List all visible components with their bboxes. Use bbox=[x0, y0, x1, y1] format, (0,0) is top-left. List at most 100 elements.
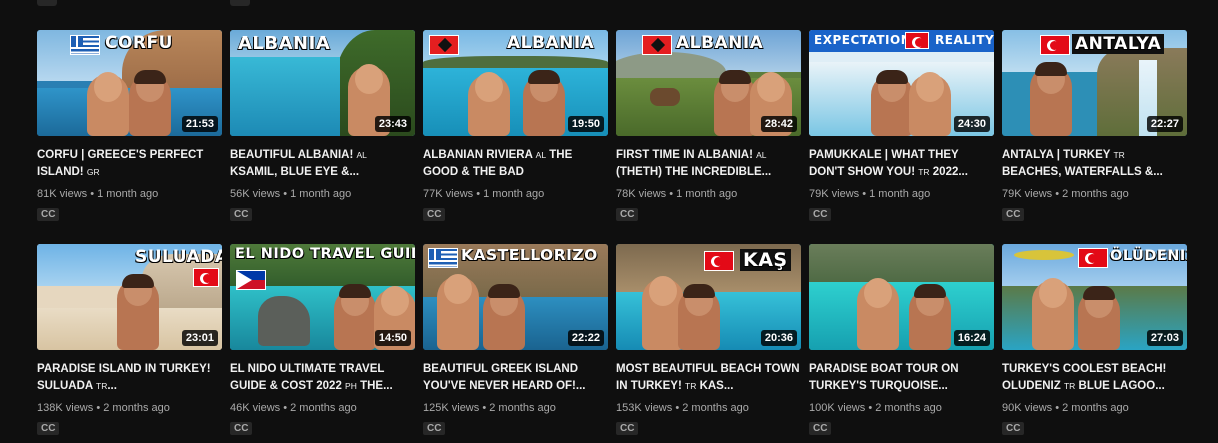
view-count: 153K views bbox=[616, 402, 673, 414]
turkey-flag-icon bbox=[1040, 35, 1070, 55]
video-title[interactable]: BEAUTIFUL ALBANIA! AL KSAMIL, BLUE EYE &… bbox=[230, 147, 415, 181]
video-card[interactable]: ALBANIA 28:42 FIRST TIME IN ALBANIA! AL … bbox=[616, 30, 801, 222]
video-card[interactable]: SULUADA 23:01 PARADISE ISLAND IN TURKEY!… bbox=[37, 244, 222, 436]
video-card[interactable]: EL NIDO TRAVEL GUIDE 14:50 EL NIDO ULTIM… bbox=[230, 244, 415, 436]
video-title[interactable]: PAMUKKALE | WHAT THEY DON'T SHOW YOU! TR… bbox=[809, 147, 994, 181]
cc-badge bbox=[37, 0, 57, 6]
video-card[interactable]: ALBANIA 23:43 BEAUTIFUL ALBANIA! AL KSAM… bbox=[230, 30, 415, 222]
thumbnail-person bbox=[87, 72, 129, 136]
country-code: TR bbox=[685, 381, 697, 391]
video-thumbnail[interactable]: ALBANIA 28:42 bbox=[616, 30, 801, 136]
country-code: TR bbox=[1113, 150, 1125, 160]
greece-flag-icon bbox=[428, 248, 458, 268]
thumbnail-overlay-text: EL NIDO TRAVEL GUIDE bbox=[235, 246, 415, 262]
video-thumbnail[interactable]: ANTALYA 22:27 bbox=[1002, 30, 1187, 136]
upload-age: 1 month ago bbox=[483, 188, 545, 200]
video-title[interactable]: ANTALYA | TURKEY TR BEACHES, WATERFALLS … bbox=[1002, 147, 1187, 181]
video-card[interactable]: CORFU 21:53 CORFU | GREECE'S PERFECT ISL… bbox=[37, 30, 222, 222]
upload-age: 2 months ago bbox=[682, 402, 749, 414]
video-row: CORFU 21:53 CORFU | GREECE'S PERFECT ISL… bbox=[37, 30, 1187, 222]
video-title[interactable]: PARADISE ISLAND IN TURKEY! SULUADA TR... bbox=[37, 361, 222, 395]
thumbnail-person bbox=[1078, 286, 1120, 350]
video-title[interactable]: PARADISE BOAT TOUR ON TURKEY'S TURQUOISE… bbox=[809, 361, 994, 395]
cc-badge: CC bbox=[230, 422, 253, 435]
video-meta: 90K views • 2 months ago bbox=[1002, 402, 1129, 414]
thumbnail-sea bbox=[230, 56, 340, 136]
turkey-flag-icon bbox=[905, 32, 929, 49]
video-card[interactable]: 16:24 PARADISE BOAT TOUR ON TURKEY'S TUR… bbox=[809, 244, 994, 436]
video-duration: 16:24 bbox=[953, 330, 990, 346]
upload-age: 1 month ago bbox=[869, 188, 931, 200]
video-thumbnail[interactable]: KASTELLORIZO 22:22 bbox=[423, 244, 608, 350]
video-title[interactable]: CORFU | GREECE'S PERFECT ISLAND! GR bbox=[37, 147, 222, 181]
cc-badge: CC bbox=[616, 422, 639, 435]
video-duration: 23:01 bbox=[181, 330, 218, 346]
thumbnail-rock bbox=[258, 296, 310, 346]
video-card[interactable]: ÖLÜDENIZ 27:03 TURKEY'S COOLEST BEACH! O… bbox=[1002, 244, 1187, 436]
video-title[interactable]: FIRST TIME IN ALBANIA! AL (THETH) THE IN… bbox=[616, 147, 801, 181]
view-count: 125K views bbox=[423, 402, 480, 414]
thumbnail-person bbox=[468, 72, 510, 136]
upload-age: 1 month ago bbox=[290, 188, 352, 200]
video-card[interactable]: KASTELLORIZO 22:22 BEAUTIFUL GREEK ISLAN… bbox=[423, 244, 608, 436]
video-thumbnail[interactable]: EXPECTATION REALITY 24:30 bbox=[809, 30, 994, 136]
cc-badge: CC bbox=[230, 208, 253, 221]
cc-badge: CC bbox=[37, 422, 60, 435]
upload-age: 2 months ago bbox=[1062, 402, 1129, 414]
video-thumbnail[interactable]: ALBANIA 23:43 bbox=[230, 30, 415, 136]
video-duration: 19:50 bbox=[567, 116, 604, 132]
country-code: TR bbox=[918, 167, 930, 177]
video-meta: 125K views • 2 months ago bbox=[423, 402, 556, 414]
video-meta: 81K views • 1 month ago bbox=[37, 188, 159, 200]
video-thumbnail[interactable]: KAŞ 20:36 bbox=[616, 244, 801, 350]
albania-flag-icon bbox=[642, 35, 672, 55]
thumbnail-overlay-text: KASTELLORIZO bbox=[461, 246, 598, 264]
video-meta: 56K views • 1 month ago bbox=[230, 188, 352, 200]
video-thumbnail[interactable]: EL NIDO TRAVEL GUIDE 14:50 bbox=[230, 244, 415, 350]
turkey-flag-icon bbox=[193, 268, 219, 287]
philippines-flag-icon bbox=[236, 270, 266, 290]
view-count: 79K views bbox=[809, 188, 860, 200]
video-duration: 23:43 bbox=[374, 116, 411, 132]
video-card[interactable]: KAŞ 20:36 MOST BEAUTIFUL BEACH TOWN IN T… bbox=[616, 244, 801, 436]
thumbnail-shore bbox=[809, 244, 994, 285]
video-card[interactable]: EXPECTATION REALITY 24:30 PAMUKKALE | WH… bbox=[809, 30, 994, 222]
view-count: 46K views bbox=[230, 402, 281, 414]
thumbnail-person bbox=[909, 72, 951, 136]
video-meta: 79K views • 1 month ago bbox=[809, 188, 931, 200]
cc-badge: CC bbox=[1002, 422, 1025, 435]
thumbnail-person bbox=[909, 284, 951, 350]
video-thumbnail[interactable]: SULUADA 23:01 bbox=[37, 244, 222, 350]
video-thumbnail[interactable]: CORFU 21:53 bbox=[37, 30, 222, 136]
thumbnail-overlay-text: REALITY bbox=[935, 33, 994, 47]
cc-badge: CC bbox=[423, 422, 446, 435]
video-title[interactable]: ALBANIAN RIVIERA AL THE GOOD & THE BAD bbox=[423, 147, 608, 181]
country-code: AL bbox=[356, 150, 367, 160]
thumbnail-overlay-text: SULUADA bbox=[135, 247, 222, 267]
video-meta: 46K views • 2 months ago bbox=[230, 402, 357, 414]
cc-badge: CC bbox=[1002, 208, 1025, 221]
video-title[interactable]: BEAUTIFUL GREEK ISLAND YOU'VE NEVER HEAR… bbox=[423, 361, 608, 395]
video-card[interactable]: ANTALYA 22:27 ANTALYA | TURKEY TR BEACHE… bbox=[1002, 30, 1187, 222]
country-code: GR bbox=[86, 167, 100, 177]
video-duration: 24:30 bbox=[953, 116, 990, 132]
video-title[interactable]: TURKEY'S COOLEST BEACH! OLUDENIZ TR BLUE… bbox=[1002, 361, 1187, 395]
video-duration: 14:50 bbox=[374, 330, 411, 346]
video-thumbnail[interactable]: ALBANIA 19:50 bbox=[423, 30, 608, 136]
thumbnail-person bbox=[857, 278, 899, 350]
view-count: 90K views bbox=[1002, 402, 1053, 414]
video-duration: 22:27 bbox=[1146, 116, 1183, 132]
upload-age: 2 months ago bbox=[103, 402, 170, 414]
country-code: TR bbox=[96, 381, 108, 391]
video-title[interactable]: MOST BEAUTIFUL BEACH TOWN IN TURKEY! TR … bbox=[616, 361, 801, 395]
upload-age: 2 months ago bbox=[489, 402, 556, 414]
thumbnail-overlay-text: EXPECTATION bbox=[814, 33, 912, 47]
video-card[interactable]: ALBANIA 19:50 ALBANIAN RIVIERA AL THE GO… bbox=[423, 30, 608, 222]
cc-badge: CC bbox=[616, 208, 639, 221]
previous-row-remnant bbox=[0, 0, 1218, 10]
video-thumbnail[interactable]: ÖLÜDENIZ 27:03 bbox=[1002, 244, 1187, 350]
video-title[interactable]: EL NIDO ULTIMATE TRAVEL GUIDE & COST 202… bbox=[230, 361, 415, 395]
video-thumbnail[interactable]: 16:24 bbox=[809, 244, 994, 350]
cc-badge: CC bbox=[37, 208, 60, 221]
upload-age: 1 month ago bbox=[676, 188, 738, 200]
